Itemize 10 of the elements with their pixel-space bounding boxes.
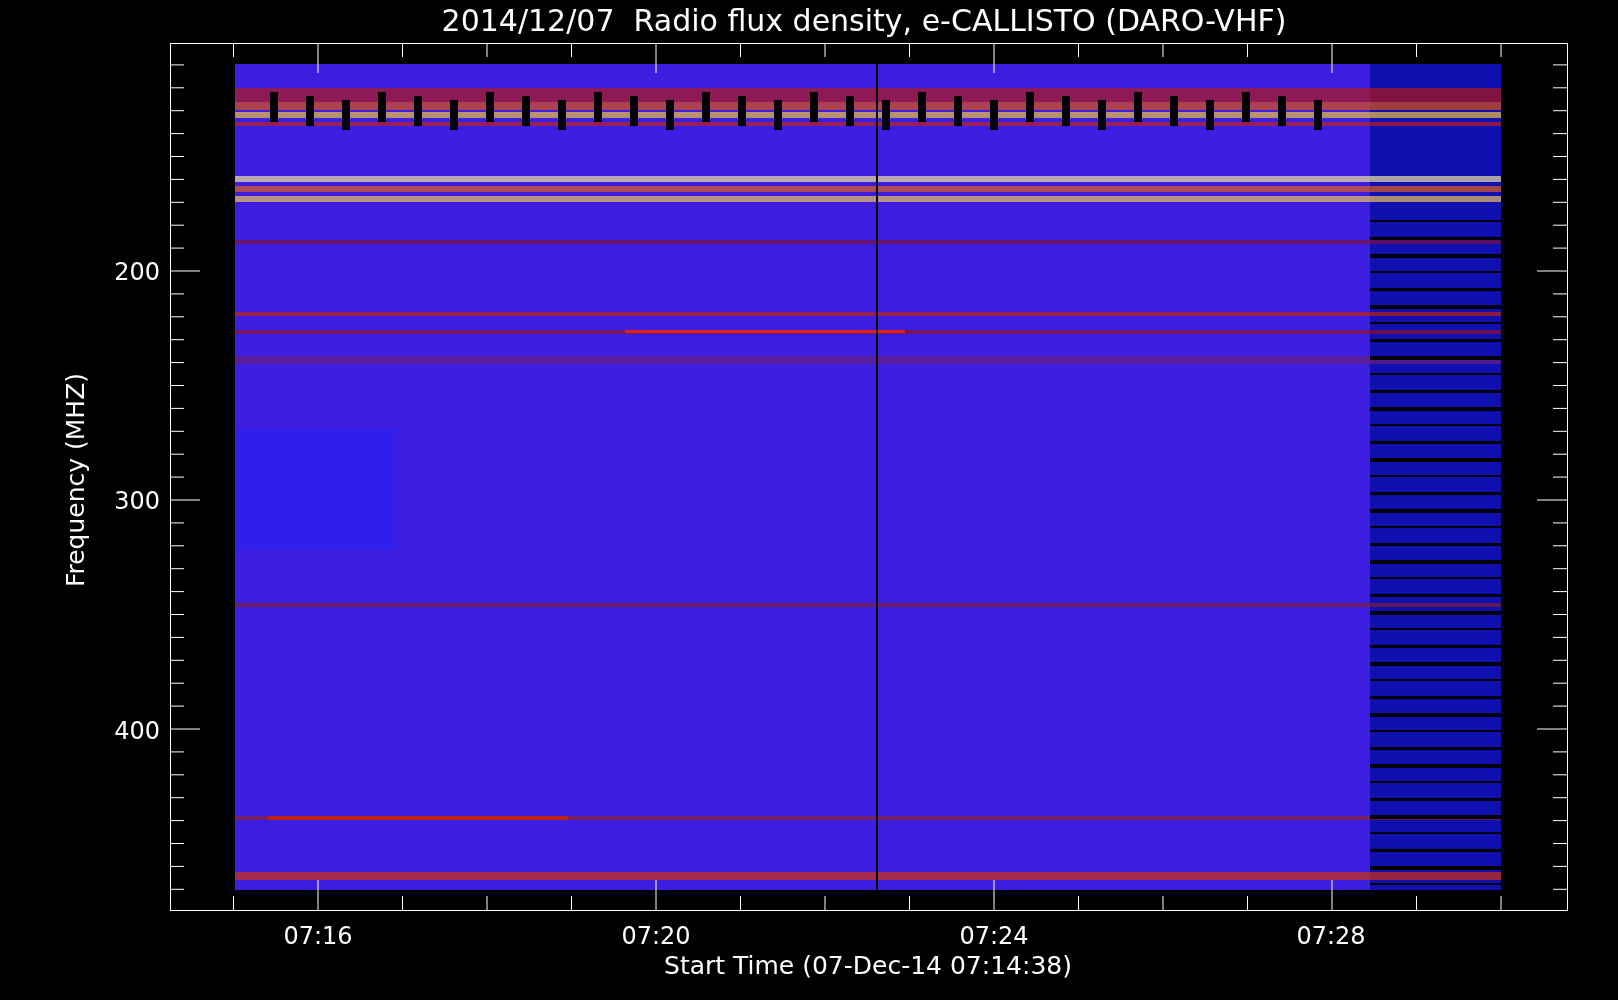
x-tick-label: 07:28 xyxy=(1296,922,1366,950)
chart-title: 2014/12/07 Radio flux density, e-CALLISTO (DARO-VHF) xyxy=(441,3,1287,38)
y-axis-label: Frequency (MHZ) xyxy=(61,372,90,588)
y-tick-label: 200 xyxy=(114,258,160,286)
x-axis-label: Start Time (07-Dec-14 07:14:38) xyxy=(664,951,1072,980)
y-tick-label: 300 xyxy=(114,487,160,515)
y-tick-label: 400 xyxy=(114,717,160,745)
x-tick-label: 07:24 xyxy=(959,922,1029,950)
x-tick-label: 07:16 xyxy=(283,922,353,950)
x-tick-label: 07:20 xyxy=(621,922,691,950)
